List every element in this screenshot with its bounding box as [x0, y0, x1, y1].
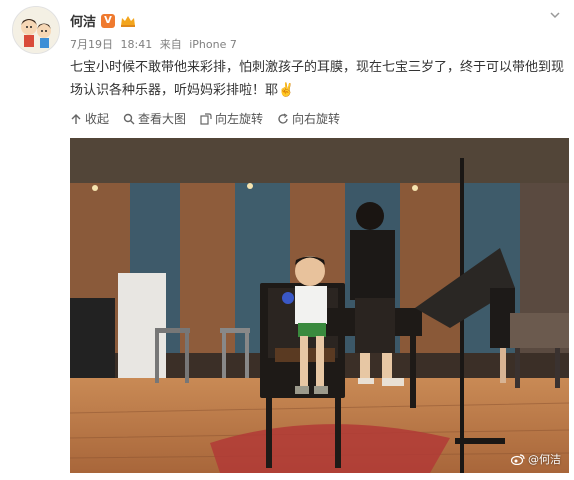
author-name[interactable]: 何洁	[70, 11, 96, 30]
rotate-right-label: 向右旋转	[292, 112, 341, 126]
source-prefix: 来自	[159, 38, 182, 51]
rotate-left-icon	[200, 112, 212, 125]
image-toolbar: 收起 查看大图 向左旋转 向右旋转	[70, 110, 340, 127]
photo-illustration	[70, 138, 569, 473]
view-large-label: 查看大图	[138, 112, 187, 126]
verified-badge-icon: V	[101, 13, 116, 28]
post-meta: 7月19日 18:41 来自 iPhone 7	[70, 36, 241, 52]
view-large-button[interactable]: 查看大图	[123, 110, 186, 127]
post-photo[interactable]: @何洁	[70, 138, 569, 473]
post-content: 七宝小时候不敢带他来彩排，怕刺激孩子的耳膜，现在七宝三岁了，终于可以带他到现场认…	[70, 60, 565, 98]
crown-badge-icon	[121, 15, 136, 27]
rotate-left-label: 向左旋转	[215, 112, 264, 126]
weibo-post: 何洁 V 7月19日 18:41 来自 iPhone 7 七宝小时候不敢带他来彩…	[0, 0, 574, 480]
photo-watermark: @何洁	[511, 451, 561, 467]
collapse-label: 收起	[85, 112, 110, 126]
collapse-button[interactable]: 收起	[70, 110, 109, 127]
avatar-cartoon-icon	[13, 7, 59, 53]
search-icon	[123, 113, 135, 124]
author-row: 何洁 V	[70, 11, 136, 30]
chevron-down-icon[interactable]	[548, 8, 562, 22]
watermark-text: @何洁	[528, 453, 561, 466]
arrow-up-icon	[71, 113, 81, 124]
weibo-logo-icon	[511, 453, 525, 465]
post-date[interactable]: 7月19日	[70, 38, 113, 51]
rotate-left-button[interactable]: 向左旋转	[200, 110, 263, 127]
avatar[interactable]	[12, 6, 60, 54]
post-time: 18:41	[120, 38, 153, 51]
rotate-right-button[interactable]: 向右旋转	[277, 110, 340, 127]
rotate-right-icon	[278, 112, 288, 124]
post-source: iPhone 7	[189, 38, 237, 51]
